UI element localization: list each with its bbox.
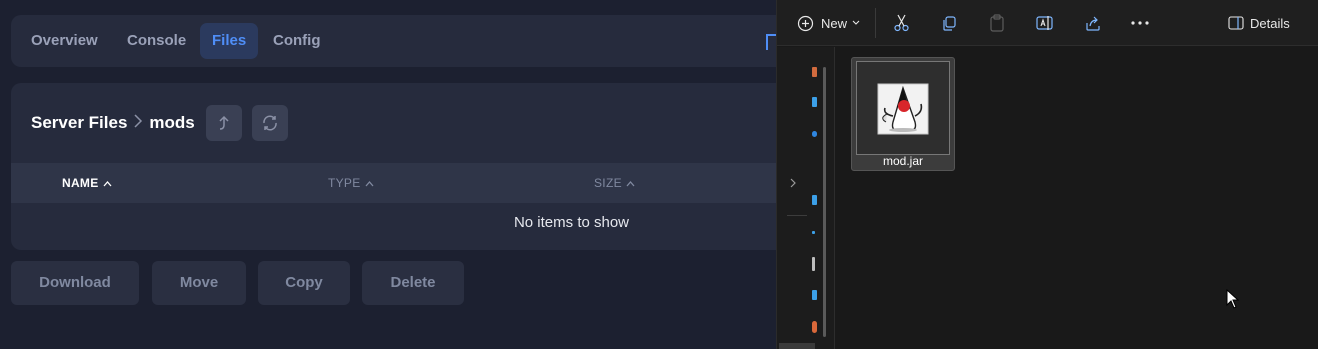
sort-asc-icon (626, 163, 635, 203)
folder-icon[interactable] (812, 97, 817, 107)
tab-files[interactable]: Files (200, 23, 259, 59)
refresh-icon (263, 115, 277, 131)
file-name-label: mod.jar (882, 154, 923, 168)
tab-bar: Overview Console Files Config (11, 15, 791, 67)
breadcrumb-root[interactable]: Server Files (31, 113, 127, 133)
nav-scroll-thumb[interactable] (779, 343, 815, 349)
explorer-toolbar: New Details (777, 0, 1318, 46)
folder-icon[interactable] (812, 67, 817, 77)
details-pane-button[interactable]: Details (1228, 10, 1290, 36)
scissors-icon (894, 14, 909, 32)
tab-config[interactable]: Config (261, 23, 332, 59)
more-options-button[interactable] (1131, 10, 1149, 36)
sort-asc-icon (365, 163, 374, 203)
java-duke-icon (856, 61, 950, 155)
column-name-header[interactable]: NAME (62, 163, 112, 203)
mouse-cursor-icon (1226, 289, 1240, 309)
download-button[interactable]: Download (11, 261, 139, 305)
navigation-pane (777, 47, 835, 349)
clipboard-icon (990, 14, 1004, 32)
chevron-down-icon (852, 20, 860, 25)
folder-icon[interactable] (812, 321, 817, 333)
tab-console[interactable]: Console (115, 23, 198, 59)
web-panel: Overview Console Files Config Server Fil… (0, 0, 791, 349)
copy-button[interactable]: Copy (258, 261, 350, 305)
drive-icon[interactable] (812, 131, 817, 137)
share-icon (1086, 16, 1100, 31)
file-view: mod.jar (835, 47, 1318, 349)
delete-button[interactable]: Delete (362, 261, 464, 305)
empty-state-text: No items to show (513, 214, 630, 231)
column-type-header[interactable]: TYPE (328, 163, 374, 203)
paste-button[interactable] (989, 10, 1005, 36)
plus-circle-icon (797, 15, 814, 31)
arrow-up-icon (219, 115, 229, 130)
folder-icon[interactable] (812, 195, 817, 205)
toolbar-divider (875, 8, 876, 38)
chevron-right-icon (133, 113, 143, 133)
copy-toolbar-button[interactable] (941, 10, 958, 36)
file-item[interactable]: mod.jar (851, 57, 955, 171)
upload-icon[interactable] (766, 34, 776, 50)
file-browser-card: Server Files mods NAME TYPE SIZE No item… (11, 83, 791, 250)
tab-overview[interactable]: Overview (19, 23, 110, 59)
new-button[interactable]: New (797, 10, 860, 36)
folder-icon[interactable] (812, 290, 817, 300)
nav-scrollbar[interactable] (823, 67, 826, 337)
nav-divider (787, 215, 807, 216)
parent-folder-button[interactable] (206, 105, 242, 141)
refresh-button[interactable] (252, 105, 288, 141)
details-pane-icon (1228, 16, 1244, 30)
rename-button[interactable] (1036, 10, 1054, 36)
cut-button[interactable] (893, 10, 910, 36)
column-size-header[interactable]: SIZE (594, 163, 635, 203)
rename-icon (1036, 16, 1053, 30)
breadcrumb-current: mods (149, 113, 195, 132)
share-button[interactable] (1085, 10, 1102, 36)
table-header: NAME TYPE SIZE (11, 163, 791, 203)
document-icon[interactable] (812, 257, 815, 271)
sort-asc-icon (103, 163, 112, 203)
chevron-right-icon[interactable] (790, 176, 797, 191)
copy-icon (943, 15, 956, 31)
breadcrumb: Server Files mods (31, 111, 195, 135)
move-button[interactable]: Move (152, 261, 246, 305)
more-icon (1131, 21, 1149, 25)
folder-icon[interactable] (812, 231, 815, 234)
